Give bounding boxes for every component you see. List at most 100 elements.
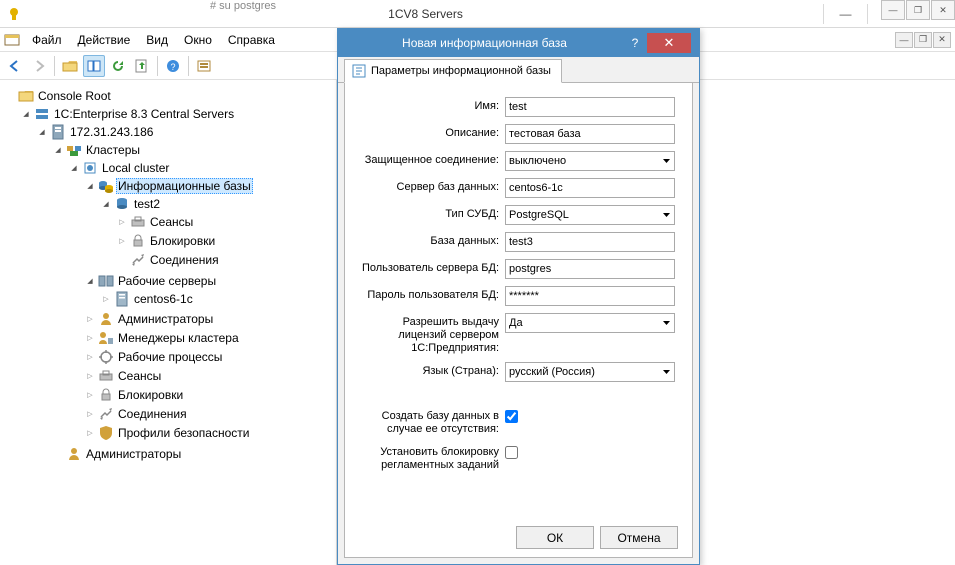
node-locks2[interactable]: Блокировки	[116, 388, 185, 402]
expander[interactable]	[68, 162, 80, 174]
node-connections[interactable]: Соединения	[148, 253, 221, 267]
label-dbserver: Сервер баз данных:	[355, 178, 505, 193]
input-desc[interactable]	[505, 124, 675, 144]
menu-action[interactable]: Действие	[70, 31, 139, 49]
expander[interactable]	[84, 351, 96, 363]
dialog-close-button[interactable]: ✕	[647, 33, 691, 53]
label-desc: Описание:	[355, 124, 505, 139]
chevron-down-icon	[658, 206, 674, 224]
expander[interactable]	[84, 427, 96, 439]
node-locks[interactable]: Блокировки	[148, 234, 217, 248]
node-centos[interactable]: centos6-1c	[132, 292, 195, 306]
combo-secure[interactable]: выключено	[505, 151, 675, 171]
custom-action-icon[interactable]	[193, 55, 215, 77]
node-work-servers[interactable]: Рабочие серверы	[116, 274, 218, 288]
node-infobases[interactable]: Информационные базы	[116, 178, 253, 194]
folder-icon	[18, 88, 34, 104]
node-managers[interactable]: Менеджеры кластера	[116, 331, 241, 345]
menu-file[interactable]: Файл	[24, 31, 70, 49]
tree-pane: Console Root 1C:Enterprise 8.3 Central S…	[0, 80, 337, 565]
help-icon[interactable]: ?	[623, 36, 647, 50]
server-icon	[50, 124, 66, 140]
cancel-button[interactable]: Отмена	[600, 526, 678, 549]
clusters-icon	[66, 142, 82, 158]
locks-icon	[130, 233, 146, 249]
menu-help[interactable]: Справка	[220, 31, 283, 49]
expander[interactable]	[116, 235, 128, 247]
node-central-servers[interactable]: 1C:Enterprise 8.3 Central Servers	[52, 107, 236, 121]
mdi-close-button[interactable]: ✕	[933, 32, 951, 48]
combo-dbtype[interactable]: PostgreSQL	[505, 205, 675, 225]
forward-button[interactable]	[28, 55, 50, 77]
expander[interactable]	[84, 370, 96, 382]
connections-icon	[130, 252, 146, 268]
expander[interactable]	[36, 126, 48, 138]
mdi-minimize-button[interactable]: —	[895, 32, 913, 48]
node-connections2[interactable]: Соединения	[116, 407, 189, 421]
expander[interactable]	[84, 332, 96, 344]
minimize-button[interactable]: —	[823, 4, 867, 24]
expander[interactable]	[116, 216, 128, 228]
expander[interactable]	[84, 389, 96, 401]
label-createdb: Создать базу данных в случае ее отсутств…	[355, 407, 505, 436]
node-admins[interactable]: Администраторы	[116, 312, 215, 326]
expander[interactable]	[52, 144, 64, 156]
sessions-icon	[98, 368, 114, 384]
input-dbname[interactable]	[505, 232, 675, 252]
managers-icon	[98, 330, 114, 346]
menu-view[interactable]: Вид	[138, 31, 176, 49]
expander[interactable]	[84, 275, 96, 287]
label-license: Разрешить выдачу лицензий сервером 1С:Пр…	[355, 313, 505, 355]
outer-min-button[interactable]: —	[881, 0, 905, 20]
view-list-icon[interactable]	[83, 55, 105, 77]
node-processes[interactable]: Рабочие процессы	[116, 350, 224, 364]
security-icon	[98, 425, 114, 441]
label-lang: Язык (Страна):	[355, 362, 505, 377]
export-icon[interactable]	[131, 55, 153, 77]
expander[interactable]	[84, 313, 96, 325]
chevron-down-icon	[658, 314, 674, 332]
input-dbserver[interactable]	[505, 178, 675, 198]
outer-close-button[interactable]: ✕	[931, 0, 955, 20]
work-server-icon	[114, 291, 130, 307]
chevron-down-icon	[658, 152, 674, 170]
node-server-ip[interactable]: 172.31.243.186	[68, 125, 155, 139]
app-icon	[6, 6, 22, 22]
tab-parameters[interactable]: Параметры информационной базы	[344, 59, 562, 83]
label-lockjobs: Установить блокировку регламентных задан…	[355, 443, 505, 472]
node-clusters[interactable]: Кластеры	[84, 143, 142, 157]
tab-icon	[351, 63, 367, 79]
expander[interactable]	[20, 108, 32, 120]
node-admins2[interactable]: Администраторы	[84, 447, 183, 461]
open-folder-icon[interactable]	[59, 55, 81, 77]
expander[interactable]	[100, 293, 112, 305]
checkbox-lockjobs[interactable]	[505, 446, 518, 459]
locks-icon	[98, 387, 114, 403]
expander[interactable]	[100, 198, 112, 210]
combo-license[interactable]: Да	[505, 313, 675, 333]
node-security-profiles[interactable]: Профили безопасности	[116, 426, 251, 440]
new-infobase-dialog: Новая информационная база ? ✕ Параметры …	[337, 28, 700, 565]
mdi-restore-button[interactable]: ❐	[914, 32, 932, 48]
outer-restore-button[interactable]: ❐	[906, 0, 930, 20]
input-name[interactable]	[505, 97, 675, 117]
menu-window[interactable]: Окно	[176, 31, 220, 49]
node-local-cluster[interactable]: Local cluster	[100, 161, 171, 175]
partially-visible-terminal-text: # su postgres	[210, 0, 276, 12]
node-console-root[interactable]: Console Root	[36, 89, 113, 103]
1c-server-icon	[34, 106, 50, 122]
node-test2[interactable]: test2	[132, 197, 162, 211]
expander[interactable]	[84, 180, 96, 192]
node-sessions[interactable]: Сеансы	[148, 215, 195, 229]
input-dbuser[interactable]	[505, 259, 675, 279]
node-sessions2[interactable]: Сеансы	[116, 369, 163, 383]
checkbox-createdb[interactable]	[505, 410, 518, 423]
help-icon[interactable]: ?	[162, 55, 184, 77]
ok-button[interactable]: ОК	[516, 526, 594, 549]
combo-lang[interactable]: русский (Россия)	[505, 362, 675, 382]
back-button[interactable]	[4, 55, 26, 77]
label-name: Имя:	[355, 97, 505, 112]
input-dbpass[interactable]	[505, 286, 675, 306]
expander[interactable]	[84, 408, 96, 420]
refresh-icon[interactable]	[107, 55, 129, 77]
